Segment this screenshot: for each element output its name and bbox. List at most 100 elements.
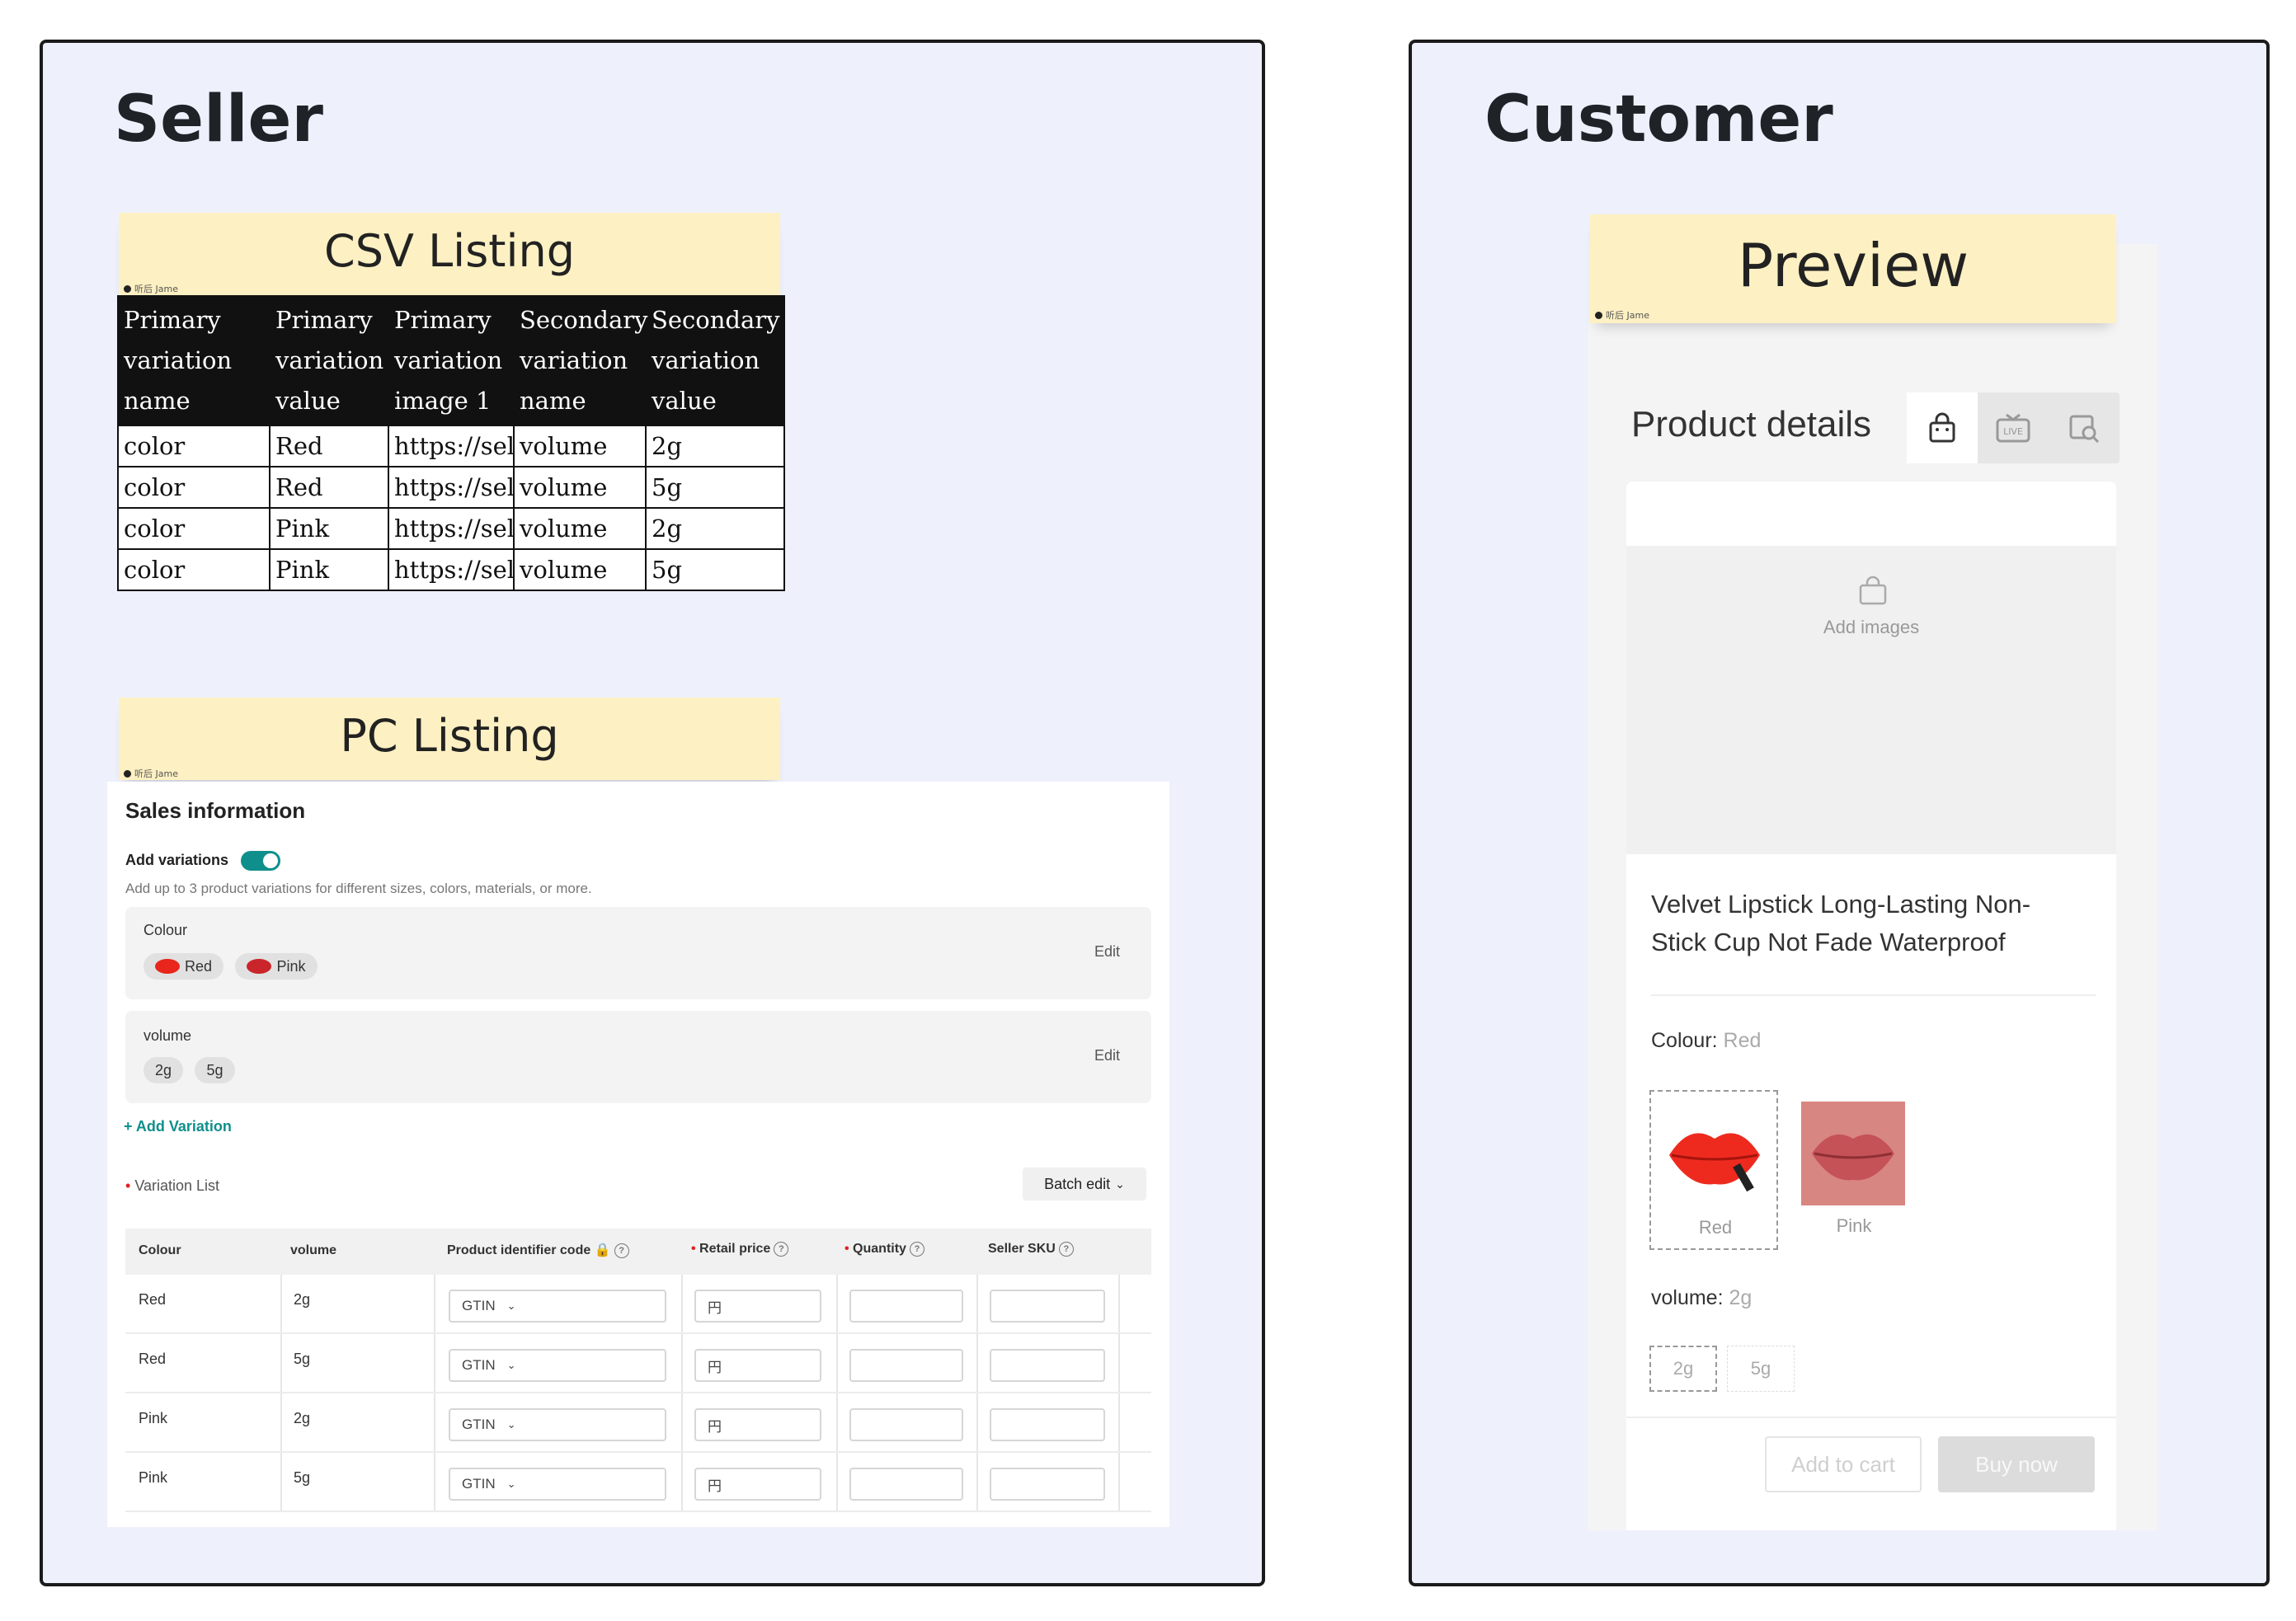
identifier-select[interactable]: GTIN ⌄ xyxy=(449,1468,666,1501)
help-icon[interactable]: ? xyxy=(1058,1242,1074,1257)
csv-header-row: Primary variation name Primary variation val… xyxy=(117,295,785,426)
help-icon[interactable]: ? xyxy=(774,1242,789,1257)
identifier-select[interactable]: GTIN ⌄ xyxy=(449,1408,666,1441)
preview-title: Preview xyxy=(1737,231,1969,300)
volume-selected-row: volume: 2g xyxy=(1651,1286,1752,1310)
seller-sku-input[interactable] xyxy=(990,1349,1105,1382)
bottom-bar-divider xyxy=(1626,1417,2116,1418)
colour-chips: Red Pink xyxy=(144,953,326,980)
colour-selected-row: Colour: Red xyxy=(1651,1029,1761,1053)
preview-note-stamp: 听后 Jame xyxy=(1595,308,1649,322)
seller-sku-input[interactable] xyxy=(990,1468,1105,1501)
volume-edit-button[interactable]: Edit xyxy=(1094,1047,1120,1064)
swatch-red-label: Red xyxy=(1698,1217,1733,1238)
swatch-pink[interactable]: Pink xyxy=(1790,1090,1918,1250)
help-icon[interactable]: ? xyxy=(909,1242,925,1257)
table-row: Pink 5g GTIN ⌄ 円 xyxy=(125,1453,1151,1512)
col-quantity: • Quantity? xyxy=(845,1242,925,1257)
row-volume: 2g xyxy=(294,1410,311,1426)
swatch-pink-label: Pink xyxy=(1836,1215,1872,1236)
csv-cell: Red xyxy=(269,425,389,468)
colour-edit-button[interactable]: Edit xyxy=(1094,943,1120,961)
quantity-input[interactable] xyxy=(849,1349,963,1382)
quantity-input[interactable] xyxy=(849,1408,963,1441)
search-doc-icon[interactable] xyxy=(2049,392,2120,463)
pc-note-stamp: 听后 Jame xyxy=(124,767,178,780)
retail-price-input[interactable]: 円 xyxy=(694,1290,821,1323)
csv-row: color Pink https://sell volume 2g xyxy=(117,507,785,550)
buy-now-button[interactable]: Buy now xyxy=(1938,1436,2095,1492)
col-colour: Colour xyxy=(139,1243,181,1257)
retail-price-input[interactable]: 円 xyxy=(694,1349,821,1382)
help-icon[interactable]: ? xyxy=(614,1243,629,1258)
csv-row: color Red https://sell volume 2g xyxy=(117,425,785,468)
add-variations-label: Add variations xyxy=(125,851,229,868)
add-variation-link[interactable]: + Add Variation xyxy=(124,1118,232,1135)
pc-listing-form: Sales information Add variations Add up … xyxy=(107,782,1169,1527)
variation-list-label: • Variation List xyxy=(125,1177,220,1194)
row-colour: Pink xyxy=(139,1410,168,1426)
csv-cell: volume xyxy=(513,466,647,509)
csv-header-cell: Secondary variation name xyxy=(513,295,648,426)
shop-bag-icon[interactable] xyxy=(1907,392,1978,463)
volume-label: volume: xyxy=(1651,1286,1724,1309)
csv-cell: Red xyxy=(269,466,389,509)
csv-cell: color xyxy=(117,548,271,591)
colour-label: Colour xyxy=(144,922,188,938)
chip-pink[interactable]: Pink xyxy=(235,953,318,980)
table-row: Pink 2g GTIN ⌄ 円 xyxy=(125,1393,1151,1453)
csv-cell: color xyxy=(117,507,271,550)
volume-option-5g[interactable]: 5g xyxy=(1727,1346,1795,1392)
csv-listing-title: CSV Listing xyxy=(324,225,575,277)
csv-cell: https://sell xyxy=(388,507,515,550)
retail-price-input[interactable]: 円 xyxy=(694,1468,821,1501)
row-volume: 5g xyxy=(294,1469,311,1486)
lips-pink-icon xyxy=(247,959,272,974)
quantity-input[interactable] xyxy=(849,1468,963,1501)
quantity-input[interactable] xyxy=(849,1290,963,1323)
variation-table-header: Colour volume Product identifier code 🔒?… xyxy=(125,1229,1151,1275)
lips-red-icon xyxy=(155,959,180,974)
csv-cell: volume xyxy=(513,425,647,468)
lock-icon: 🔒 xyxy=(594,1243,611,1257)
identifier-select[interactable]: GTIN ⌄ xyxy=(449,1290,666,1323)
svg-text:LIVE: LIVE xyxy=(2003,426,2023,437)
chip-5g[interactable]: 5g xyxy=(195,1057,235,1083)
product-title: Velvet Lipstick Long-Lasting Non- Stick … xyxy=(1651,890,2031,956)
seller-title: Seller xyxy=(114,82,323,157)
add-variations-row: Add variations xyxy=(125,851,281,871)
csv-row: color Red https://sell volume 5g xyxy=(117,466,785,509)
seller-sku-input[interactable] xyxy=(990,1290,1105,1323)
preview-note: Preview xyxy=(1590,214,2116,323)
add-images-area[interactable]: Add images xyxy=(1626,546,2116,854)
seller-sku-input[interactable] xyxy=(990,1408,1105,1441)
chip-2g[interactable]: 2g xyxy=(144,1057,184,1083)
csv-table: Primary variation name Primary variation val… xyxy=(117,295,785,591)
add-variations-toggle[interactable] xyxy=(241,851,281,871)
customer-title: Customer xyxy=(1484,82,1833,157)
csv-header-cell: Primary variation name xyxy=(117,295,271,426)
batch-edit-button[interactable]: Batch edit ⌄ xyxy=(1023,1168,1146,1200)
table-row: Red 2g GTIN ⌄ 円 xyxy=(125,1275,1151,1334)
volume-value: 2g xyxy=(1729,1286,1753,1309)
pc-listing-title: PC Listing xyxy=(340,710,559,762)
swatch-red[interactable]: Red xyxy=(1649,1090,1778,1250)
csv-header-cell: Secondary variation value xyxy=(645,295,785,426)
chevron-down-icon: ⌄ xyxy=(1115,1177,1125,1191)
retail-price-input[interactable]: 円 xyxy=(694,1408,821,1441)
live-tv-icon[interactable]: LIVE xyxy=(1978,392,2049,463)
product-divider xyxy=(1651,994,2096,996)
stamp-dot-icon xyxy=(1595,311,1602,319)
identifier-select[interactable]: GTIN ⌄ xyxy=(449,1349,666,1382)
row-volume: 2g xyxy=(294,1291,311,1308)
bag-placeholder-icon xyxy=(1857,576,1889,609)
add-to-cart-button[interactable]: Add to cart xyxy=(1765,1436,1922,1492)
image-card-top xyxy=(1626,482,2116,546)
chip-red[interactable]: Red xyxy=(144,953,224,980)
csv-cell: 5g xyxy=(645,548,785,591)
volume-option-2g[interactable]: 2g xyxy=(1649,1346,1717,1392)
stamp-dot-icon xyxy=(124,769,131,778)
row-colour: Pink xyxy=(139,1469,168,1486)
csv-cell: Pink xyxy=(269,507,389,550)
csv-cell: 2g xyxy=(645,425,785,468)
